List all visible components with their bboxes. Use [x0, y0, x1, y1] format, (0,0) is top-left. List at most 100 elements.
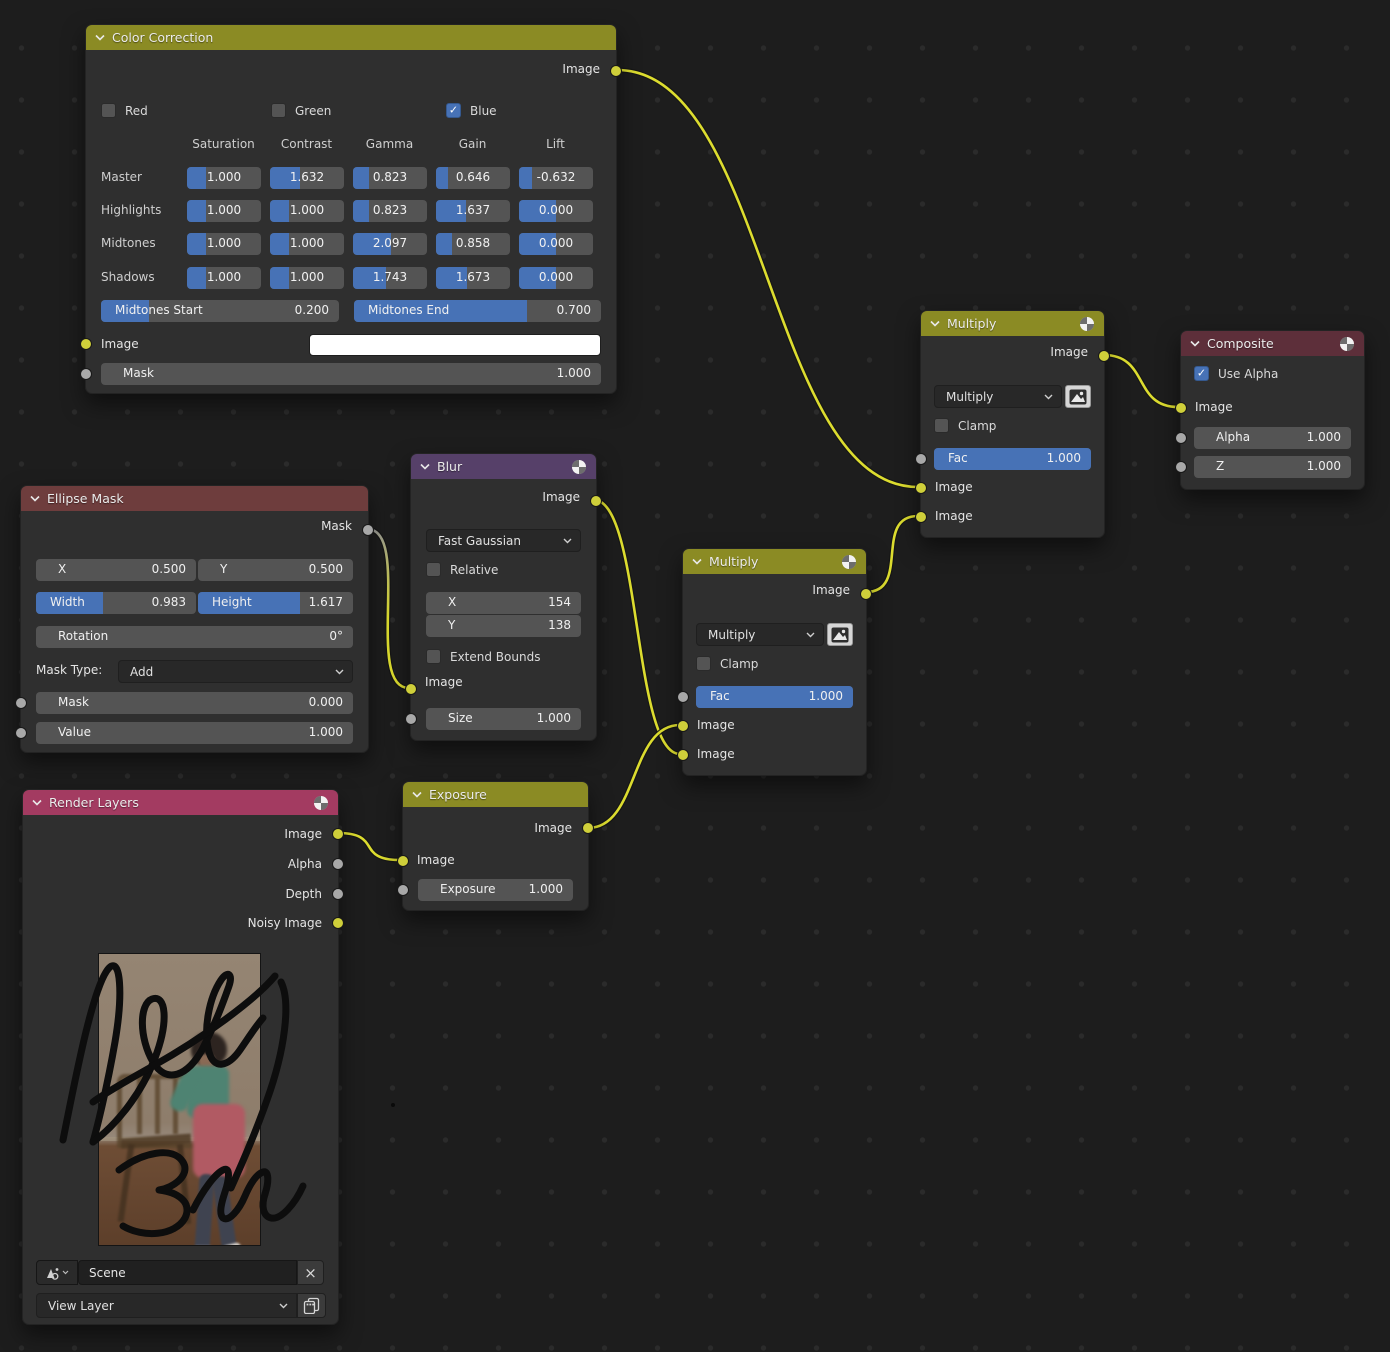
green-checkbox[interactable]: ✓: [271, 103, 286, 118]
socket-image-input[interactable]: [405, 683, 417, 695]
rotation-field[interactable]: Rotation0°: [36, 626, 353, 648]
master-gamma-slider[interactable]: 0.823: [353, 167, 427, 189]
socket-image-output[interactable]: [1098, 350, 1110, 362]
extend-bounds-checkbox[interactable]: ✓: [426, 649, 441, 664]
height-slider[interactable]: Height1.617: [198, 592, 353, 614]
socket-image-input-1[interactable]: [677, 720, 689, 732]
scene-name-field[interactable]: Scene: [78, 1260, 297, 1285]
node-header-multiply[interactable]: Multiply: [683, 549, 866, 574]
socket-mask-input[interactable]: [80, 368, 92, 380]
preview-sphere-icon[interactable]: [841, 554, 857, 570]
blend-mode-dropdown[interactable]: Multiply: [934, 385, 1062, 408]
collapse-chevron-icon[interactable]: [420, 463, 430, 470]
blend-mode-dropdown[interactable]: Multiply: [696, 623, 824, 646]
wire-exposure-image-to-multiply-lower-image-1[interactable]: [588, 725, 680, 828]
collapse-chevron-icon[interactable]: [412, 791, 422, 798]
midtones-gain-slider[interactable]: 0.858: [436, 233, 510, 255]
shadows-contrast-slider[interactable]: 1.000: [270, 267, 344, 289]
socket-image-input-1[interactable]: [915, 482, 927, 494]
collapse-chevron-icon[interactable]: [32, 799, 42, 806]
collapse-chevron-icon[interactable]: [95, 34, 105, 41]
node-multiply-upper[interactable]: Multiply Image Multiply ✓ Clamp Fac 1.00…: [920, 310, 1105, 538]
midtones-gamma-slider[interactable]: 2.097: [353, 233, 427, 255]
master-contrast-slider[interactable]: 1.632: [270, 167, 344, 189]
preview-sphere-icon[interactable]: [1079, 316, 1095, 332]
node-header-exposure[interactable]: Exposure: [403, 782, 588, 807]
master-gain-slider[interactable]: 0.646: [436, 167, 510, 189]
red-checkbox[interactable]: ✓: [101, 103, 116, 118]
collapse-chevron-icon[interactable]: [1190, 340, 1200, 347]
y-field[interactable]: Y0.500: [198, 559, 353, 581]
midtones-start-slider[interactable]: Midtones Start 0.200: [101, 300, 339, 322]
socket-image-output[interactable]: [860, 588, 872, 600]
fac-slider[interactable]: Fac 1.000: [696, 686, 853, 708]
socket-exposure-input[interactable]: [397, 884, 409, 896]
alpha-input-field[interactable]: Alpha1.000: [1194, 427, 1351, 449]
node-header-composite[interactable]: Composite: [1181, 331, 1364, 356]
wire-blur-image-to-multiply-lower-image-2[interactable]: [594, 500, 680, 754]
node-header-ellipse-mask[interactable]: Ellipse Mask: [21, 486, 368, 511]
node-blur[interactable]: Blur Image Fast Gaussian ✓ Relative X154…: [410, 453, 597, 741]
socket-mask-input[interactable]: [15, 697, 27, 709]
wire-color-correction-image-to-multiply-upper-image-1[interactable]: [617, 70, 918, 487]
fac-slider[interactable]: Fac 1.000: [934, 448, 1091, 470]
node-exposure[interactable]: Exposure Image Image Exposure1.000: [402, 781, 589, 911]
node-color-correction[interactable]: Color Correction Image ✓ Red ✓ Green ✓ B…: [85, 24, 617, 394]
wire-render-layers-image-to-exposure-image-in[interactable]: [338, 833, 400, 860]
collapse-chevron-icon[interactable]: [930, 320, 940, 327]
midtones-lift-slider[interactable]: 0.000: [519, 233, 593, 255]
socket-image-output[interactable]: [610, 65, 622, 77]
use-alpha-checkbox[interactable]: ✓: [1194, 366, 1209, 381]
shadows-lift-slider[interactable]: 0.000: [519, 267, 593, 289]
node-header-multiply[interactable]: Multiply: [921, 311, 1104, 336]
socket-image-input-2[interactable]: [915, 511, 927, 523]
blue-checkbox[interactable]: ✓: [446, 103, 461, 118]
mask-input-field[interactable]: Mask0.000: [36, 692, 353, 714]
shadows-saturation-slider[interactable]: 1.000: [187, 267, 261, 289]
socket-depth-output[interactable]: [332, 888, 344, 900]
socket-image-input[interactable]: [80, 338, 92, 350]
socket-size-input[interactable]: [405, 713, 417, 725]
mask-type-dropdown[interactable]: Add: [118, 660, 353, 683]
scene-unlink-button[interactable]: ×: [297, 1260, 324, 1285]
wire-multiply-lower-image-to-multiply-upper-image-2[interactable]: [866, 516, 918, 592]
midtones-end-slider[interactable]: Midtones End 0.700: [354, 300, 601, 322]
highlights-contrast-slider[interactable]: 1.000: [270, 200, 344, 222]
highlights-lift-slider[interactable]: 0.000: [519, 200, 593, 222]
blur-x-field[interactable]: X154: [426, 592, 581, 614]
socket-image-input-2[interactable]: [677, 749, 689, 761]
socket-noisy-image-output[interactable]: [332, 917, 344, 929]
preview-sphere-icon[interactable]: [313, 795, 329, 811]
socket-image-output[interactable]: [582, 822, 594, 834]
preview-sphere-icon[interactable]: [571, 459, 587, 475]
clamp-checkbox[interactable]: ✓: [696, 656, 711, 671]
image-datablock-button[interactable]: [827, 623, 853, 646]
clamp-checkbox[interactable]: ✓: [934, 418, 949, 433]
width-slider[interactable]: Width0.983: [36, 592, 196, 614]
highlights-saturation-slider[interactable]: 1.000: [187, 200, 261, 222]
view-layer-dropdown[interactable]: View Layer: [36, 1293, 297, 1318]
z-input-field[interactable]: Z1.000: [1194, 456, 1351, 478]
filter-type-dropdown[interactable]: Fast Gaussian: [426, 529, 581, 552]
node-ellipse-mask[interactable]: Ellipse Mask Mask X0.500 Y0.500 Width0.9…: [20, 485, 369, 753]
socket-image-input[interactable]: [397, 855, 409, 867]
socket-image-output[interactable]: [590, 495, 602, 507]
shadows-gamma-slider[interactable]: 1.743: [353, 267, 427, 289]
midtones-contrast-slider[interactable]: 1.000: [270, 233, 344, 255]
value-input-field[interactable]: Value1.000: [36, 722, 353, 744]
size-input-field[interactable]: Size1.000: [426, 708, 581, 730]
socket-alpha-input[interactable]: [1175, 432, 1187, 444]
master-lift-slider[interactable]: -0.632: [519, 167, 593, 189]
socket-z-input[interactable]: [1175, 461, 1187, 473]
x-field[interactable]: X0.500: [36, 559, 196, 581]
socket-fac-input[interactable]: [915, 453, 927, 465]
image-datablock-button[interactable]: [1065, 385, 1091, 408]
mask-input-field[interactable]: Mask 1.000: [101, 363, 601, 385]
midtones-saturation-slider[interactable]: 1.000: [187, 233, 261, 255]
relative-checkbox[interactable]: ✓: [426, 562, 441, 577]
socket-image-input[interactable]: [1175, 402, 1187, 414]
collapse-chevron-icon[interactable]: [692, 558, 702, 565]
node-header-blur[interactable]: Blur: [411, 454, 596, 479]
socket-value-input[interactable]: [15, 727, 27, 739]
master-saturation-slider[interactable]: 1.000: [187, 167, 261, 189]
